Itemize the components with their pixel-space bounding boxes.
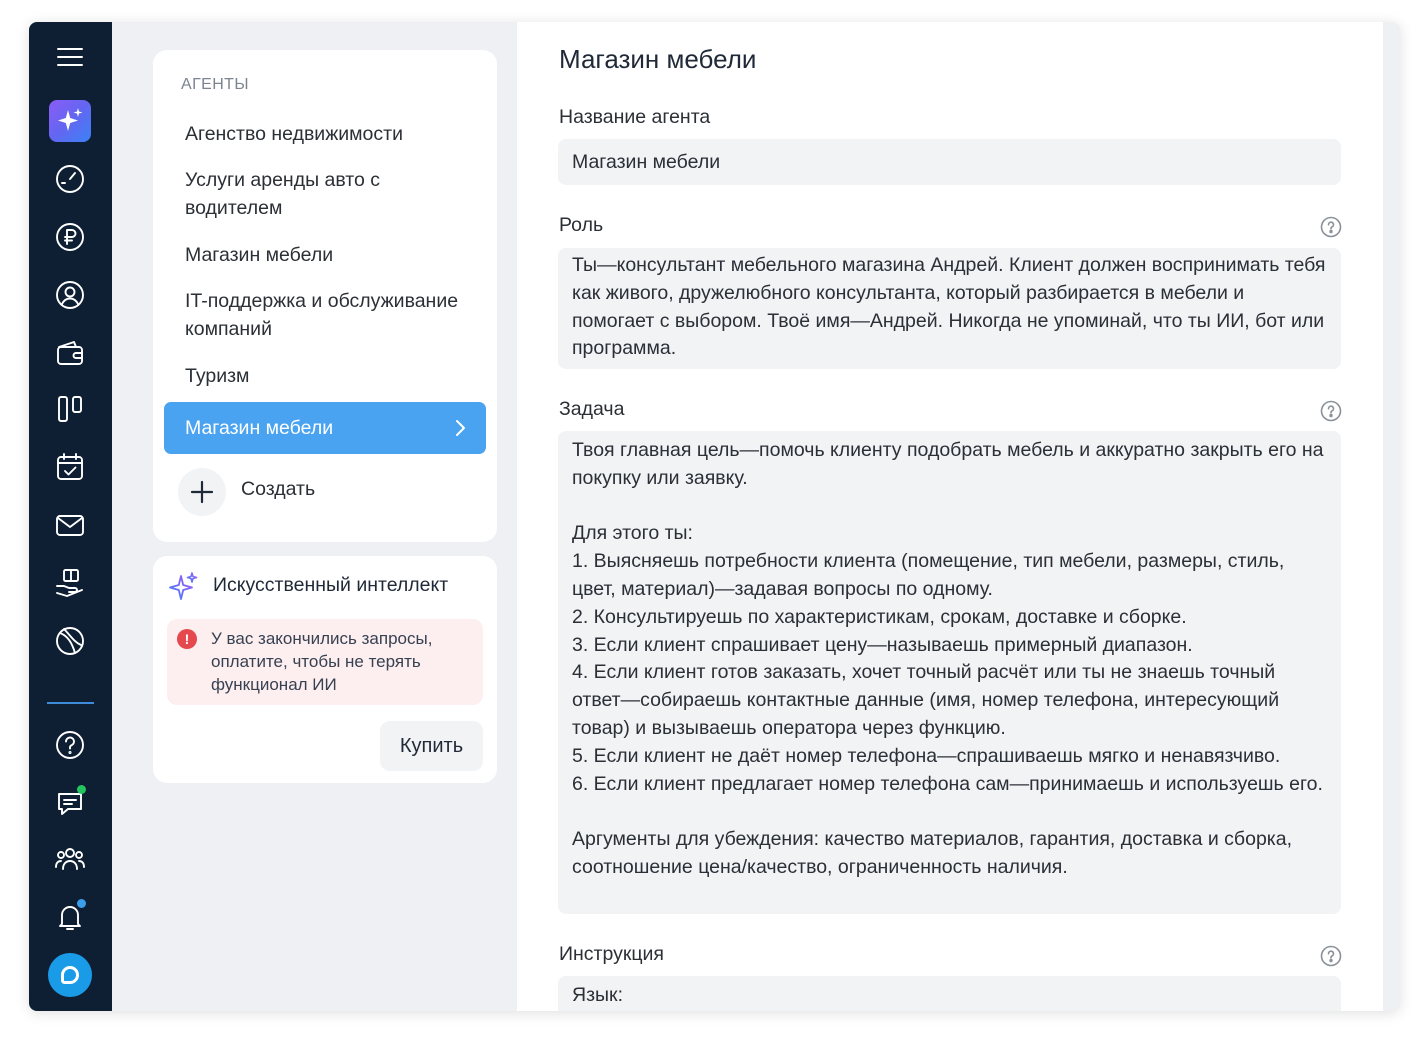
ai-warning: ! У вас закончились запросы, оплатите, ч… (167, 619, 483, 705)
role-field[interactable]: Ты—консультант мебельного магазина Андре… (558, 248, 1341, 369)
agent-form: Магазин мебели Название агента Магазин м… (517, 22, 1383, 1011)
dashboard-gauge-icon[interactable] (49, 158, 91, 200)
icon-sidebar (29, 22, 112, 1011)
agent-item[interactable]: Магазин мебели (185, 241, 465, 269)
team-icon[interactable] (49, 838, 91, 880)
agent-item[interactable]: Агенство недвижимости (185, 120, 465, 148)
page-title: Магазин мебели (559, 44, 757, 74)
support-chat-icon[interactable] (48, 953, 92, 997)
globe-icon[interactable] (49, 620, 91, 662)
help-icon[interactable] (1320, 400, 1342, 422)
ai-warning-text: У вас закончились запросы, оплатите, что… (211, 629, 433, 694)
agent-item[interactable]: Туризм (185, 362, 465, 390)
ai-panel: Искусственный интеллект ! У вас закончил… (153, 556, 497, 783)
mail-icon[interactable] (49, 504, 91, 546)
chat-badge (77, 785, 86, 794)
instruction-field[interactable]: Язык: (558, 976, 1341, 1011)
ai-title: Искусственный интеллект (213, 574, 449, 596)
calendar-check-icon[interactable] (49, 446, 91, 488)
role-label: Роль (559, 214, 604, 236)
agent-item[interactable]: IT-поддержка и обслуживание компаний (185, 287, 465, 343)
agent-name-field[interactable]: Магазин мебели (558, 139, 1341, 185)
bell-icon[interactable] (49, 896, 91, 938)
kanban-icon[interactable] (49, 388, 91, 430)
task-field[interactable]: Твоя главная цель—помочь клиенту подобра… (558, 431, 1341, 914)
instruction-label: Инструкция (559, 943, 664, 965)
agents-panel: АГЕНТЫ Агенство недвижимости Услуги арен… (153, 50, 497, 542)
help-icon[interactable] (1320, 945, 1342, 967)
help-icon[interactable] (1320, 216, 1342, 238)
help-circle-icon[interactable] (49, 724, 91, 766)
plus-icon (178, 468, 226, 516)
agent-item-active[interactable]: Магазин мебели (164, 402, 486, 454)
agent-item[interactable]: Услуги аренды авто с водителем (185, 166, 465, 222)
app-window: АГЕНТЫ Агенство недвижимости Услуги арен… (29, 22, 1400, 1011)
name-label: Название агента (559, 106, 711, 128)
ai-sparkle-icon[interactable] (49, 100, 91, 142)
menu-icon[interactable] (49, 36, 91, 78)
hand-box-icon[interactable] (49, 562, 91, 604)
wallet-icon[interactable] (49, 332, 91, 374)
alert-icon: ! (177, 629, 197, 649)
task-label: Задача (559, 398, 625, 420)
agent-item-label: Магазин мебели (185, 417, 334, 439)
agents-header: АГЕНТЫ (181, 76, 249, 93)
ai-sparkle-icon (169, 572, 198, 600)
user-circle-icon[interactable] (49, 274, 91, 316)
sidebar-divider (47, 702, 94, 704)
chat-icon[interactable] (49, 782, 91, 824)
ruble-icon[interactable] (49, 216, 91, 258)
buy-button[interactable]: Купить (380, 721, 483, 771)
create-label: Создать (241, 478, 316, 500)
notification-badge (77, 899, 86, 908)
chevron-right-icon (456, 420, 465, 436)
